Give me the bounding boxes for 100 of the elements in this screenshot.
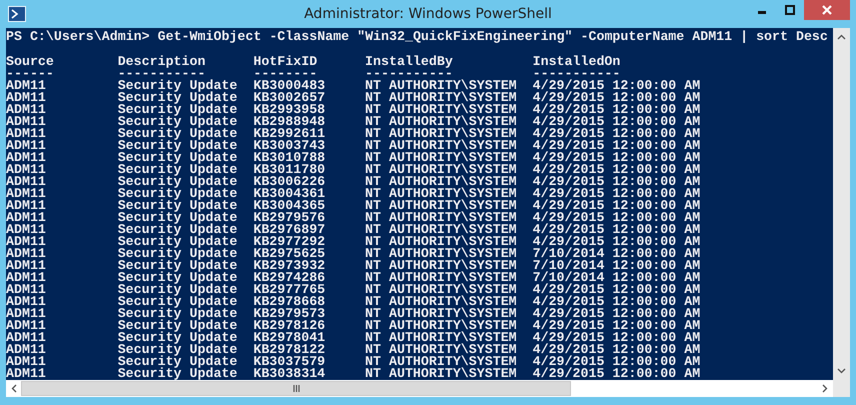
table-cell: Security Update xyxy=(118,212,238,224)
table-cell: ADM11 xyxy=(6,164,46,176)
table-cell: Security Update xyxy=(118,260,238,272)
table-cell: ADM11 xyxy=(6,332,46,344)
table-cell: NT AUTHORITY\SYSTEM xyxy=(365,104,517,116)
table-cell: 7/10/2014 12:00:00 AM xyxy=(532,272,700,284)
table-cell: KB2978668 xyxy=(253,296,326,308)
table-cell: ADM11 xyxy=(6,248,46,260)
header-underline: ------ xyxy=(6,68,54,80)
table-cell: Security Update xyxy=(118,128,238,140)
table-cell: KB3038314 xyxy=(253,368,326,380)
table-cell: ADM11 xyxy=(6,80,46,92)
table-cell: KB2988948 xyxy=(253,116,326,128)
table-cell: NT AUTHORITY\SYSTEM xyxy=(365,200,517,212)
table-cell: NT AUTHORITY\SYSTEM xyxy=(365,188,517,200)
scroll-up-icon[interactable] xyxy=(837,34,846,40)
table-cell: ADM11 xyxy=(6,152,46,164)
horizontal-scrollbar[interactable] xyxy=(6,380,833,397)
table-cell: ADM11 xyxy=(6,212,46,224)
table-cell: NT AUTHORITY\SYSTEM xyxy=(365,212,517,224)
column-header: InstalledOn xyxy=(532,56,620,68)
table-cell: NT AUTHORITY\SYSTEM xyxy=(365,176,517,188)
table-cell: NT AUTHORITY\SYSTEM xyxy=(365,296,517,308)
table-cell: KB3002657 xyxy=(253,92,326,104)
terminal-icon xyxy=(8,6,26,22)
table-cell: 4/29/2015 12:00:00 AM xyxy=(532,188,700,200)
table-cell: KB2978126 xyxy=(253,320,326,332)
scroll-left-icon[interactable] xyxy=(11,384,17,393)
table-cell: NT AUTHORITY\SYSTEM xyxy=(365,320,517,332)
table-cell: NT AUTHORITY\SYSTEM xyxy=(365,344,517,356)
table-cell: 4/29/2015 12:00:00 AM xyxy=(532,320,700,332)
table-cell: 4/29/2015 12:00:00 AM xyxy=(532,368,700,380)
table-cell: 4/29/2015 12:00:00 AM xyxy=(532,296,700,308)
table-cell: ADM11 xyxy=(6,356,46,368)
table-cell: Security Update xyxy=(118,104,238,116)
table-cell: 4/29/2015 12:00:00 AM xyxy=(532,356,700,368)
table-cell: Security Update xyxy=(118,92,238,104)
table-cell: KB2977292 xyxy=(253,236,326,248)
command-line: PS C:\Users\Admin> Get-WmiObject -ClassName "Win32_QuickFixEngineering" -ComputerName ADM11 | sort Desc xyxy=(6,31,828,43)
table-cell: KB2977765 xyxy=(253,284,326,296)
table-cell: ADM11 xyxy=(6,188,46,200)
table-cell: Security Update xyxy=(118,284,238,296)
table-cell: NT AUTHORITY\SYSTEM xyxy=(365,140,517,152)
table-cell: KB3004361 xyxy=(253,188,326,200)
table-cell: ADM11 xyxy=(6,296,46,308)
scroll-down-icon[interactable] xyxy=(837,368,846,374)
table-cell: NT AUTHORITY\SYSTEM xyxy=(365,224,517,236)
table-cell: Security Update xyxy=(118,356,238,368)
table-cell: KB2979573 xyxy=(253,308,326,320)
table-cell: Security Update xyxy=(118,80,238,92)
header-underline: ----------- xyxy=(532,68,620,80)
table-cell: KB3003743 xyxy=(253,140,326,152)
table-cell: 4/29/2015 12:00:00 AM xyxy=(532,212,700,224)
table-cell: KB3010788 xyxy=(253,152,326,164)
table-cell: Security Update xyxy=(118,320,238,332)
table-cell: ADM11 xyxy=(6,116,46,128)
table-cell: NT AUTHORITY\SYSTEM xyxy=(365,272,517,284)
table-cell: ADM11 xyxy=(6,260,46,272)
table-cell: 4/29/2015 12:00:00 AM xyxy=(532,128,700,140)
table-cell: NT AUTHORITY\SYSTEM xyxy=(365,356,517,368)
window-title: Administrator: Windows PowerShell xyxy=(304,6,552,22)
column-header: HotFixID xyxy=(253,56,318,68)
table-cell: 4/29/2015 12:00:00 AM xyxy=(532,80,700,92)
table-cell: 4/29/2015 12:00:00 AM xyxy=(532,332,700,344)
table-cell: 4/29/2015 12:00:00 AM xyxy=(532,308,700,320)
table-cell: KB2976897 xyxy=(253,224,326,236)
close-button[interactable] xyxy=(804,0,850,20)
table-cell: Security Update xyxy=(118,188,238,200)
table-cell: ADM11 xyxy=(6,128,46,140)
table-cell: 4/29/2015 12:00:00 AM xyxy=(532,236,700,248)
table-cell: NT AUTHORITY\SYSTEM xyxy=(365,248,517,260)
vertical-scrollbar[interactable] xyxy=(833,28,850,380)
column-header: InstalledBy xyxy=(365,56,453,68)
table-cell: NT AUTHORITY\SYSTEM xyxy=(365,164,517,176)
table-cell: Security Update xyxy=(118,116,238,128)
header-underline: -------- xyxy=(253,68,318,80)
table-cell: ADM11 xyxy=(6,92,46,104)
table-cell: 4/29/2015 12:00:00 AM xyxy=(532,176,700,188)
table-cell: NT AUTHORITY\SYSTEM xyxy=(365,92,517,104)
table-cell: NT AUTHORITY\SYSTEM xyxy=(365,128,517,140)
column-header: Description xyxy=(118,56,206,68)
scroll-right-icon[interactable] xyxy=(822,384,828,393)
table-cell: NT AUTHORITY\SYSTEM xyxy=(365,80,517,92)
table-cell: Security Update xyxy=(118,368,238,380)
table-cell: ADM11 xyxy=(6,368,46,380)
table-cell: Security Update xyxy=(118,296,238,308)
table-cell: KB3004365 xyxy=(253,200,326,212)
table-cell: 4/29/2015 12:00:00 AM xyxy=(532,116,700,128)
table-cell: Security Update xyxy=(118,344,238,356)
table-cell: ADM11 xyxy=(6,140,46,152)
table-cell: 7/10/2014 12:00:00 AM xyxy=(532,248,700,260)
table-cell: Security Update xyxy=(118,248,238,260)
table-cell: NT AUTHORITY\SYSTEM xyxy=(365,236,517,248)
grip-icon xyxy=(292,385,300,392)
close-icon xyxy=(822,5,832,15)
size-grip[interactable] xyxy=(833,380,850,397)
table-cell: Security Update xyxy=(118,164,238,176)
table-cell: KB2992611 xyxy=(253,128,326,140)
table-cell: ADM11 xyxy=(6,272,46,284)
scrollbar-thumb[interactable] xyxy=(21,381,571,396)
